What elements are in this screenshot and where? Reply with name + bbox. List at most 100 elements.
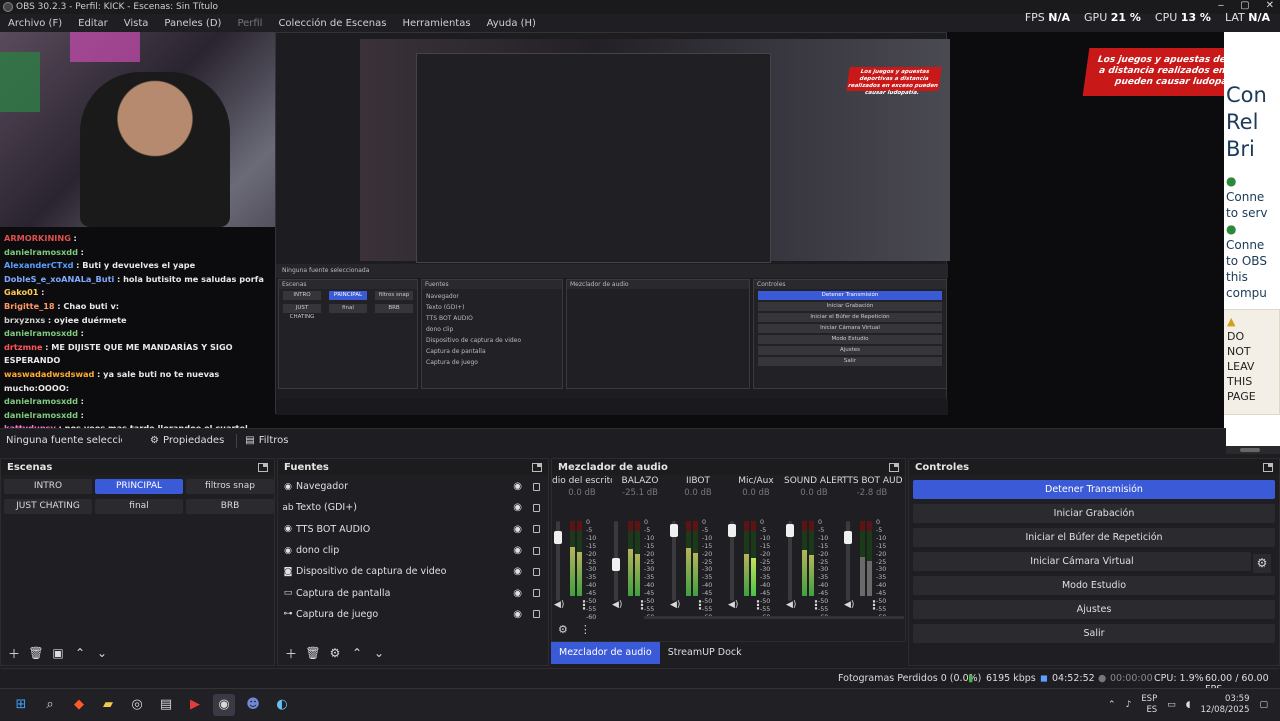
lock-icon[interactable] (533, 589, 540, 598)
volume-fader[interactable] (728, 521, 736, 601)
fader-knob[interactable] (786, 524, 794, 537)
volume-fader[interactable] (612, 521, 620, 601)
eye-icon[interactable]: ◉ (513, 545, 522, 556)
control-iniciar-cámara-virtual[interactable]: Iniciar Cámara Virtual (913, 552, 1251, 571)
control-modo-estudio[interactable]: Modo Estudio (913, 576, 1275, 595)
obs-taskbar-icon[interactable]: ◎ (126, 694, 148, 716)
speaker-icon[interactable]: ◀) (612, 600, 622, 610)
tab-audio-mixer[interactable]: Mezclador de audio (551, 642, 660, 664)
move-up-button[interactable]: ⌃ (348, 646, 366, 660)
menu-profile[interactable]: Perfil (237, 18, 262, 29)
channel-menu-icon[interactable]: ⋮ (694, 598, 706, 612)
preview-canvas[interactable]: ARMORKINING : danielramosxdd : AlexanderCT… (0, 32, 1224, 428)
control-salir[interactable]: Salir (913, 624, 1275, 643)
remove-source-button[interactable]: 🗑 (304, 646, 322, 660)
mixer-menu-icon[interactable]: ⋮ (580, 623, 591, 636)
undock-icon[interactable] (889, 462, 899, 472)
eye-icon[interactable]: ◉ (513, 502, 522, 513)
channel-menu-icon[interactable]: ⋮ (578, 598, 590, 612)
source-item[interactable]: ◉ TTS BOT AUDIO ◉ (278, 519, 548, 540)
lock-icon[interactable] (533, 567, 540, 576)
menu-docks[interactable]: Paneles (D) (164, 18, 221, 29)
channel-menu-icon[interactable]: ⋮ (868, 598, 880, 612)
fader-knob[interactable] (728, 524, 736, 537)
speaker-icon[interactable]: ◀) (728, 600, 738, 610)
menu-scene-collection[interactable]: Colección de Escenas (278, 18, 386, 29)
add-source-button[interactable]: ＋ (282, 645, 300, 662)
undock-icon[interactable] (1263, 462, 1273, 472)
fader-knob[interactable] (670, 524, 678, 537)
close-button[interactable]: ✕ (1266, 0, 1274, 11)
lock-icon[interactable] (533, 482, 540, 491)
lock-icon[interactable] (533, 525, 540, 534)
minimize-button[interactable]: ‒ (1218, 0, 1224, 11)
eye-icon[interactable]: ◉ (513, 524, 522, 535)
file-explorer-icon[interactable]: ▰ (97, 694, 119, 716)
mixer-settings-icon[interactable]: ⚙ (558, 623, 568, 636)
scene-button-final[interactable]: final (95, 499, 183, 514)
menu-help[interactable]: Ayuda (H) (487, 18, 536, 29)
source-item[interactable]: ◉ Navegador ◉ (278, 476, 548, 497)
scene-button-intro[interactable]: INTRO (4, 479, 92, 494)
volume-fader[interactable] (554, 521, 562, 601)
source-properties-button[interactable]: ⚙ (326, 646, 344, 660)
scene-button-filtros-snap[interactable]: filtros snap (186, 479, 274, 494)
lock-icon[interactable] (533, 503, 540, 512)
source-item[interactable]: ⊶ Captura de juego ◉ (278, 604, 548, 625)
volume-icon[interactable]: ◖ (1186, 700, 1191, 710)
menu-view[interactable]: Vista (124, 18, 149, 29)
control-iniciar-el-búfer-de-repetición[interactable]: Iniciar el Búfer de Repetición (913, 528, 1275, 547)
channel-menu-icon[interactable]: ⋮ (636, 598, 648, 612)
source-item[interactable]: ◉ dono clip ◉ (278, 540, 548, 561)
source-item[interactable]: ab Texto (GDI+) ◉ (278, 497, 548, 518)
speaker-icon[interactable]: ◀) (554, 600, 564, 610)
channel-menu-icon[interactable]: ⋮ (810, 598, 822, 612)
eye-icon[interactable]: ◉ (513, 588, 522, 599)
eye-icon[interactable]: ◉ (513, 481, 522, 492)
menu-file[interactable]: Archivo (F) (8, 18, 62, 29)
language-indicator[interactable]: ESP ES (1141, 694, 1157, 716)
scene-filters-button[interactable]: ▣ (49, 646, 67, 660)
control-ajustes[interactable]: Ajustes (913, 600, 1275, 619)
tab-streamup-dock[interactable]: StreamUP Dock (660, 642, 750, 664)
channel-menu-icon[interactable]: ⋮ (752, 598, 764, 612)
move-up-button[interactable]: ⌃ (71, 646, 89, 660)
notification-icon[interactable]: ▢ (1259, 700, 1268, 710)
fader-knob[interactable] (844, 531, 852, 544)
move-down-button[interactable]: ⌄ (93, 646, 111, 660)
eye-icon[interactable]: ◉ (513, 566, 522, 577)
lock-icon[interactable] (533, 610, 540, 619)
steam-icon[interactable]: ◐ (271, 694, 293, 716)
source-item[interactable]: ▭ Captura de pantalla ◉ (278, 582, 548, 603)
virtual-camera-settings-icon[interactable]: ⚙ (1253, 554, 1271, 573)
network-icon[interactable]: ▭ (1167, 700, 1176, 710)
tray-chevron-icon[interactable]: ⌃ (1108, 700, 1116, 710)
horizontal-scrollbar[interactable] (1226, 446, 1280, 454)
volume-fader[interactable] (844, 521, 852, 601)
windows-start-icon[interactable]: ⊞ (10, 694, 32, 716)
maximize-button[interactable]: ▢ (1240, 0, 1249, 11)
volume-fader[interactable] (786, 521, 794, 601)
menu-edit[interactable]: Editar (78, 18, 108, 29)
speaker-icon[interactable]: ◀) (670, 600, 680, 610)
add-scene-button[interactable]: ＋ (5, 645, 23, 662)
undock-icon[interactable] (258, 462, 268, 472)
source-item[interactable]: ◙ Dispositivo de captura de video ◉ (278, 561, 548, 582)
fader-knob[interactable] (612, 558, 620, 571)
undock-icon[interactable] (532, 462, 542, 472)
media-icon[interactable]: ▶ (184, 694, 206, 716)
search-icon[interactable]: ⌕ (39, 694, 61, 716)
eye-icon[interactable]: ◉ (513, 609, 522, 620)
control-detener-transmisión[interactable]: Detener Transmisión (913, 480, 1275, 499)
app-icon[interactable]: ▤ (155, 694, 177, 716)
volume-fader[interactable] (670, 521, 678, 601)
filters-button[interactable]: ▤ Filtros (245, 435, 288, 446)
brave-browser-icon[interactable]: ◆ (68, 694, 90, 716)
obs-active-icon[interactable]: ◉ (213, 693, 235, 716)
microphone-icon[interactable]: ♪ (1126, 700, 1132, 710)
menu-tools[interactable]: Herramientas (402, 18, 470, 29)
properties-button[interactable]: ⚙ Propiedades (150, 435, 224, 446)
remove-scene-button[interactable]: 🗑 (27, 646, 45, 660)
lock-icon[interactable] (533, 546, 540, 555)
scene-button-just-chating[interactable]: JUST CHATING (4, 499, 92, 514)
